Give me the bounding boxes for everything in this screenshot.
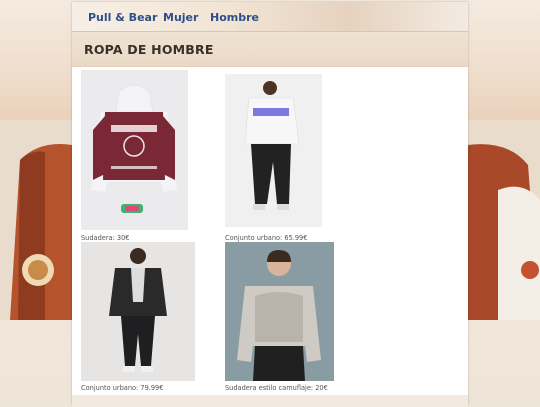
product-image-leather-jacket-outfit[interactable]: [81, 242, 195, 381]
product-caption: Conjunto urbano: 65.99€: [225, 234, 308, 242]
product-caption: Sudadera estilo camuflaje: 20€: [225, 384, 328, 392]
page-title: ROPA DE HOMBRE: [84, 42, 214, 57]
product-image-white-hoodie-outfit[interactable]: [225, 74, 322, 227]
page-footer: [72, 395, 468, 407]
page-header: ROPA DE HOMBRE: [72, 32, 468, 67]
product-image-hoodie-harvard[interactable]: [81, 70, 188, 230]
background-jacket-right: [468, 120, 540, 320]
product-caption: Conjunto urbano: 79.99€: [81, 384, 164, 392]
background-jacket-left: [0, 120, 72, 320]
top-navigation: Pull & Bear Mujer Hombre: [72, 2, 468, 32]
main-page: Pull & Bear Mujer Hombre ROPA DE HOMBRE …: [72, 2, 468, 407]
nav-link-hombre[interactable]: Hombre: [210, 11, 259, 24]
nav-link-pull-bear[interactable]: Pull & Bear: [88, 11, 157, 24]
nav-link-mujer[interactable]: Mujer: [163, 11, 198, 24]
product-image-camo-sweatshirt[interactable]: [225, 242, 334, 381]
product-caption: Sudadera: 30€: [81, 234, 130, 242]
